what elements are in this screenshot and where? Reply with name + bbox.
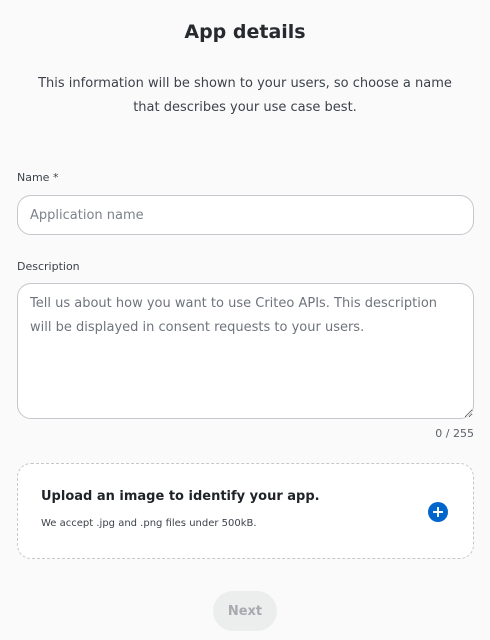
- application-name-input[interactable]: [17, 195, 474, 235]
- page-title: App details: [184, 21, 306, 43]
- name-field-label: Name *: [17, 171, 59, 184]
- page-subtitle: This information will be shown to your u…: [38, 76, 452, 115]
- description-field-label: Description: [17, 260, 80, 273]
- image-upload-dropzone[interactable]: Upload an image to identify your app. We…: [17, 463, 474, 559]
- upload-hint: We accept .jpg and .png files under 500k…: [41, 518, 257, 529]
- character-counter: 0 / 255: [435, 427, 474, 440]
- plus-circle-icon[interactable]: [428, 502, 448, 522]
- next-button[interactable]: Next: [213, 591, 277, 631]
- description-textarea[interactable]: [17, 283, 474, 419]
- app-details-page: App details This information will be sho…: [0, 0, 490, 640]
- upload-title: Upload an image to identify your app.: [41, 489, 320, 504]
